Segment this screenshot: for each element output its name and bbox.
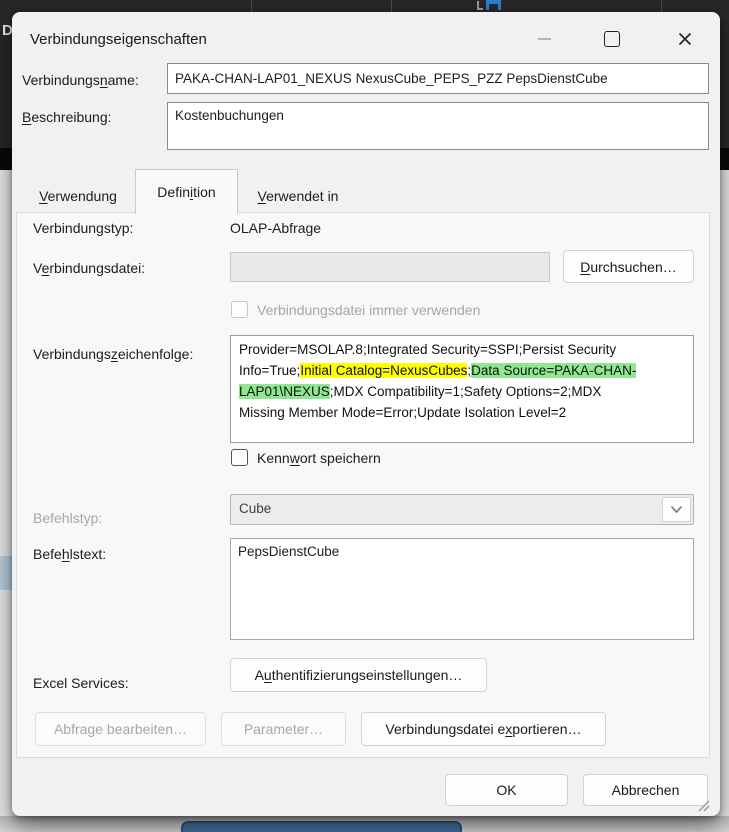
close-icon <box>678 32 692 46</box>
background-blue-tab[interactable] <box>181 821 462 832</box>
minimize-button <box>522 24 566 54</box>
tab-definition[interactable]: Definition <box>135 169 238 214</box>
cancel-button[interactable]: Abbrechen <box>583 774 708 806</box>
authentication-settings-button[interactable]: Authentifizierungseinstellungen… <box>230 658 487 692</box>
edit-query-button: Abfrage bearbeiten… <box>35 712 206 746</box>
background-selection-sliver <box>0 556 12 590</box>
always-use-file-checkbox <box>231 301 248 318</box>
connection-name-label: Verbindungsname: <box>22 72 139 88</box>
description-label: Beschreibung: <box>22 109 112 125</box>
ribbon-partial-glyph <box>477 1 483 10</box>
save-password-checkbox[interactable] <box>231 449 248 466</box>
connection-type-value: OLAP-Abfrage <box>230 220 322 236</box>
browse-button[interactable]: Durchsuchen… <box>563 250 694 283</box>
command-type-value: Cube <box>239 501 272 516</box>
connection-string-label: Verbindungszeichenfolge: <box>33 346 194 362</box>
command-text-label: Befehlstext: <box>33 546 107 562</box>
connection-file-input <box>230 252 550 282</box>
ok-button[interactable]: OK <box>445 774 568 806</box>
export-connection-file-button[interactable]: Verbindungsdatei exportieren… <box>361 712 606 746</box>
close-button[interactable] <box>662 24 708 54</box>
ribbon-separator <box>391 0 392 12</box>
command-type-label: Befehlstyp: <box>33 510 103 526</box>
chevron-down-icon <box>670 505 683 514</box>
minimize-icon <box>537 38 551 40</box>
connection-properties-dialog: Verbindungseigenschaften Verbindungsname… <box>12 12 720 816</box>
connection-name-input[interactable] <box>167 63 709 94</box>
maximize-icon <box>604 31 620 47</box>
connection-type-label: Verbindungstyp: <box>33 220 134 236</box>
dropdown-arrow-area <box>662 497 691 522</box>
resize-grip[interactable] <box>696 798 710 812</box>
excel-services-label: Excel Services: <box>33 675 129 691</box>
ribbon-partial-blue-icon <box>486 0 501 10</box>
dialog-title: Verbindungseigenschaften <box>30 31 207 48</box>
tab-verwendung[interactable]: Verwendung <box>23 179 133 213</box>
connection-file-label: Verbindungsdatei: <box>33 260 146 276</box>
always-use-file-label: Verbindungsdatei immer verwenden <box>257 302 481 318</box>
maximize-button[interactable] <box>590 24 634 54</box>
ribbon-separator <box>251 0 252 12</box>
command-type-dropdown: Cube <box>230 494 694 525</box>
connection-string-text[interactable]: Provider=MSOLAP.8;Integrated Security=SS… <box>230 335 694 443</box>
tab-verwendet-in[interactable]: Verwendet in <box>240 179 356 213</box>
description-input[interactable]: Kostenbuchungen <box>167 102 709 150</box>
save-password-label[interactable]: Kennwort speichern <box>257 450 381 466</box>
ribbon-separator <box>661 0 662 12</box>
parameters-button: Parameter… <box>221 712 346 746</box>
command-text-input[interactable]: PepsDienstCube <box>230 538 694 640</box>
